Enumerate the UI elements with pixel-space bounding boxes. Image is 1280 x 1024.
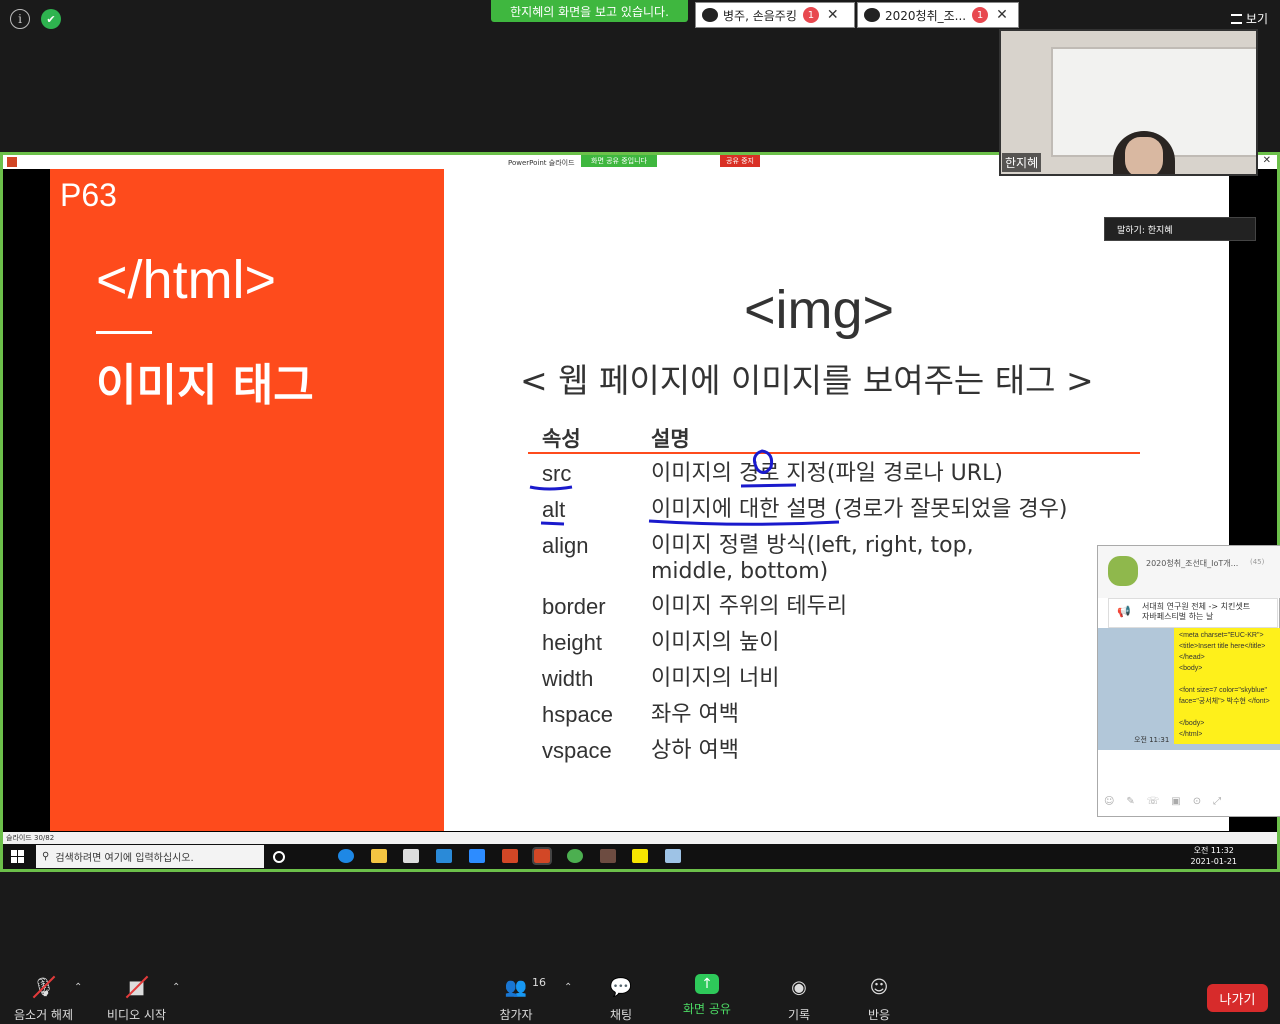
microphone-icon: 🎙 xyxy=(31,974,57,1000)
clock-time: 오전 11:32 xyxy=(1193,846,1234,855)
stop-share-button[interactable]: 공유 중지 xyxy=(720,155,760,167)
sharing-indicator: 화면 공유 중입니다 xyxy=(581,155,657,167)
start-video-label: 비디오 시작 xyxy=(107,1008,167,1022)
slide-counter: 슬라이드 30/82 xyxy=(6,834,55,842)
chat-tools[interactable]: ☺✎☏▣⊙⤢ xyxy=(1104,796,1233,807)
leave-button[interactable]: 나가기 xyxy=(1207,984,1268,1012)
speaking-indicator: 말하기: 한지혜 xyxy=(1104,217,1256,241)
room-name: 2020청취_조선대_IoT개... xyxy=(1146,559,1239,568)
info-icon[interactable]: i xyxy=(10,9,30,29)
message-time: 오전 11:31 xyxy=(1134,736,1170,744)
reactions-button[interactable]: ☺ 반응 xyxy=(866,974,892,1023)
record-button[interactable]: ◉ 기록 xyxy=(786,974,812,1023)
app-title: PowerPoint 슬라이드 xyxy=(508,159,575,167)
notice-text: 서대희 연구원 전체 -> 치킨셋트 자바페스티벌 하는 날 xyxy=(1142,602,1251,621)
kakaotalk-icon[interactable] xyxy=(632,849,648,863)
chevron-up-icon[interactable]: ⌃ xyxy=(172,982,180,993)
unmute-label: 음소거 해제 xyxy=(14,1008,74,1022)
unmute-button[interactable]: 🎙 음소거 해제 xyxy=(14,974,73,1023)
view-label: 보기 xyxy=(1245,12,1268,26)
search-placeholder: 검색하려면 여기에 입력하십시오. xyxy=(55,853,194,864)
share-screen-icon: ↑ xyxy=(694,974,719,994)
divider xyxy=(96,331,152,334)
encryption-shield-icon[interactable]: ✔ xyxy=(41,9,61,29)
stop-share-label: 공유 중지 xyxy=(726,157,754,165)
chat-app-window[interactable]: 2020청취_조선대_IoT개... (45) 📢 서대희 연구원 전체 -> … xyxy=(1097,545,1280,817)
close-icon[interactable]: ✕ xyxy=(996,7,1008,23)
participants-label: 참가자 xyxy=(499,1008,533,1022)
app-icon[interactable] xyxy=(600,849,616,863)
sharing-label: 화면 공유 중입니다 xyxy=(591,157,647,165)
viewing-screen-banner[interactable]: 한지혜의 화면을 보고 있습니다. xyxy=(491,0,688,22)
record-label: 기록 xyxy=(787,1008,811,1022)
powerpoint-icon[interactable] xyxy=(532,847,552,865)
close-icon[interactable]: ✕ xyxy=(827,7,839,23)
edge-icon[interactable] xyxy=(338,849,354,863)
close-icon[interactable]: ✕ xyxy=(1263,155,1271,166)
windows-taskbar: ⚲ 검색하려면 여기에 입력하십시오. 오전 11:32 2021-01-21 xyxy=(3,844,1277,869)
chrome-icon[interactable] xyxy=(567,849,583,863)
taskbar-search-input[interactable]: ⚲ 검색하려면 여기에 입력하십시오. xyxy=(36,845,264,868)
topic-title: 이미지 태그 xyxy=(96,360,314,411)
search-icon: ⚲ xyxy=(42,851,50,862)
chat-label: 채팅 xyxy=(609,1008,633,1022)
cortana-icon[interactable] xyxy=(273,851,285,863)
reactions-label: 반응 xyxy=(867,1008,891,1022)
slide-left-panel: P63 </html> 이미지 태그 xyxy=(50,169,444,831)
office-icon[interactable] xyxy=(502,849,518,863)
file-explorer-icon[interactable] xyxy=(371,849,387,863)
unread-badge: 1 xyxy=(802,7,819,23)
windows-start-icon[interactable] xyxy=(11,850,24,863)
grid-icon xyxy=(1230,13,1242,24)
chat-tab-label: 2020청취_조... xyxy=(885,8,967,23)
store-icon[interactable] xyxy=(403,849,419,863)
message-bubble[interactable]: <meta charset="EUC-KR"> <title>Insert ti… xyxy=(1174,628,1280,744)
unread-badge: 1 xyxy=(972,7,989,23)
chat-icon: 💬 xyxy=(609,976,633,998)
notice-banner[interactable]: 📢 서대희 연구원 전체 -> 치킨셋트 자바페스티벌 하는 날 xyxy=(1108,598,1278,628)
chat-messages: 오전 11:31 <meta charset="EUC-KR"> <title>… xyxy=(1098,628,1280,750)
chevron-up-icon[interactable]: ⌃ xyxy=(564,982,572,993)
app-icon[interactable] xyxy=(665,849,681,863)
mail-icon[interactable] xyxy=(436,849,452,863)
chat-tab-2[interactable]: 2020청취_조... 1 ✕ xyxy=(857,2,1019,28)
meeting-controls: 🎙 음소거 해제 ⌃ ■ 비디오 시작 ⌃ 👥16 참가자 ⌃ 💬 채팅 ↑ 화… xyxy=(0,960,1280,1024)
slide-page-number: P63 xyxy=(60,177,117,213)
participants-count: 16 xyxy=(532,976,546,989)
chat-header: 2020청취_조선대_IoT개... (45) xyxy=(1098,546,1280,598)
share-screen-label: 화면 공유 xyxy=(683,1002,731,1016)
share-screen-button[interactable]: ↑ 화면 공유 xyxy=(683,974,731,1017)
room-avatar xyxy=(1108,556,1138,586)
view-button[interactable]: 보기 xyxy=(1230,10,1268,27)
chat-tab-label: 병주, 손음주킹 xyxy=(723,8,797,23)
chevron-up-icon[interactable]: ⌃ xyxy=(74,982,82,993)
powerpoint-logo-icon xyxy=(7,157,17,167)
section-tag: </html> xyxy=(96,250,277,310)
chat-bubble-icon xyxy=(702,8,718,22)
chat-button[interactable]: 💬 채팅 xyxy=(608,974,634,1023)
face xyxy=(1125,137,1163,174)
emoji-icon: ☺ xyxy=(869,976,889,998)
system-clock[interactable]: 오전 11:32 2021-01-21 xyxy=(1191,845,1238,867)
record-icon: ◉ xyxy=(791,976,807,998)
camera-icon: ■ xyxy=(124,974,150,1000)
slide-status-bar: 슬라이드 30/82 xyxy=(3,832,1277,844)
chat-bubble-icon xyxy=(864,8,880,22)
participants-button[interactable]: 👥 16 참가자 xyxy=(496,974,546,1023)
megaphone-icon: 📢 xyxy=(1117,605,1131,618)
shared-screen: PowerPoint 슬라이드 화면 공유 중입니다 공유 중지 ✕ P63 <… xyxy=(0,152,1280,872)
participants-icon: 👥 16 xyxy=(504,976,546,998)
clock-date: 2021-01-21 xyxy=(1190,857,1238,866)
start-video-button[interactable]: ■ 비디오 시작 xyxy=(107,974,166,1023)
participant-name: 한지혜 xyxy=(1002,153,1042,172)
zoom-icon[interactable] xyxy=(469,849,485,863)
member-count: (45) xyxy=(1250,558,1265,566)
chat-tab-1[interactable]: 병주, 손음주킹 1 ✕ xyxy=(695,2,855,28)
